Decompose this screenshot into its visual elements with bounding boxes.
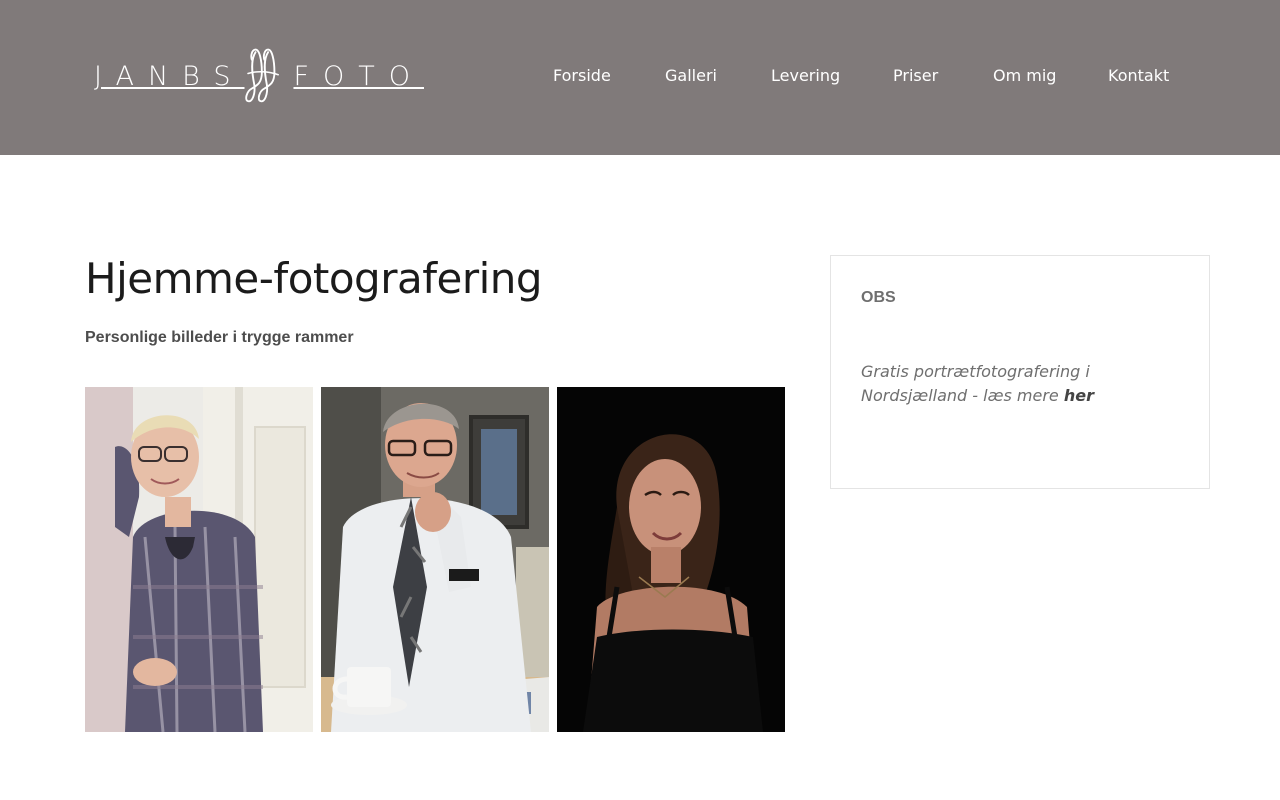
nav-item-levering[interactable]: Levering — [771, 66, 840, 85]
nav-item-kontakt[interactable]: Kontakt — [1108, 66, 1169, 85]
photo-portrait-man[interactable] — [321, 387, 549, 732]
nav-item-galleri[interactable]: Galleri — [665, 66, 717, 85]
page-title: Hjemme-fotografering — [85, 254, 543, 303]
nav-item-priser[interactable]: Priser — [893, 66, 938, 85]
logo-left-word: JANBS — [94, 60, 245, 92]
obs-box-text-prefix: Gratis portrætfotografering i Nordsjælla… — [861, 362, 1090, 405]
page-subtitle: Personlige billeder i trygge rammer — [85, 329, 354, 346]
obs-box-title: OBS — [861, 289, 896, 306]
nav-item-forside[interactable]: Forside — [553, 66, 611, 85]
jf-monogram-icon — [244, 48, 279, 103]
portrait-young-woman-image — [557, 387, 785, 732]
photo-portrait-woman[interactable] — [85, 387, 313, 732]
photo-portrait-young-woman[interactable] — [557, 387, 785, 732]
nav-item-om-mig[interactable]: Om mig — [993, 66, 1056, 85]
portrait-man-image — [321, 387, 549, 732]
obs-info-box: OBS Gratis portrætfotografering i Nordsj… — [830, 255, 1210, 489]
obs-box-text: Gratis portrætfotografering i Nordsjælla… — [861, 360, 1161, 408]
read-more-link[interactable]: her — [1064, 386, 1094, 405]
site-logo[interactable]: JANBS FOTO — [94, 30, 424, 122]
logo-right-word: FOTO — [293, 60, 424, 92]
site-header: JANBS FOTO Forside Galleri Levering Pris… — [0, 0, 1280, 155]
portrait-woman-image — [85, 387, 313, 732]
